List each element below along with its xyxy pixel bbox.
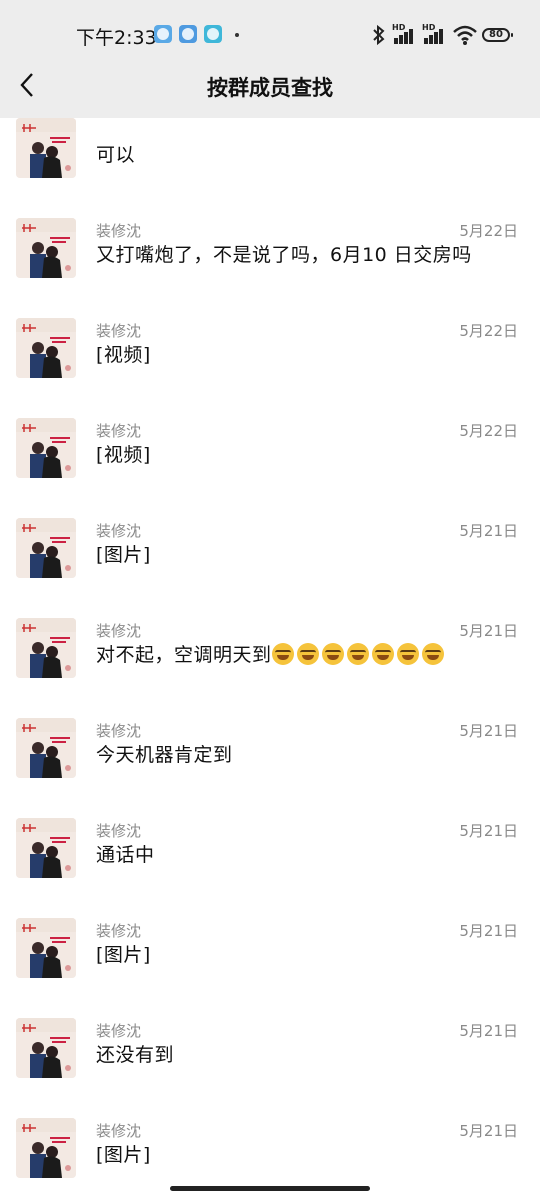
message-text-content: 还没有到 bbox=[96, 1044, 175, 1066]
avatar[interactable] bbox=[16, 718, 76, 778]
status-bar: 下午2:33 HD HD 80 bbox=[0, 0, 540, 70]
avatar[interactable] bbox=[16, 418, 76, 478]
list-item[interactable]: 装修沈 5月22日又打嘴炮了，不是说了吗，6月10 日交房吗 bbox=[0, 200, 540, 300]
message-text: [图片] bbox=[96, 940, 151, 967]
list-item[interactable]: 装修沈 5月22日 [视频] bbox=[0, 300, 540, 400]
message-text-content: [图片] bbox=[96, 544, 151, 566]
more-notifications-dot bbox=[235, 33, 239, 37]
list-item[interactable]: 装修沈 5月21日 [图片] bbox=[0, 1100, 540, 1200]
laughing-crying-emoji-icon bbox=[346, 643, 369, 665]
message-text-content: 今天机器肯定到 bbox=[96, 744, 233, 766]
list-item[interactable]: 装修沈 5月21日 [图片] bbox=[0, 500, 540, 600]
list-item[interactable]: 装修沈 5月21日通话中 bbox=[0, 800, 540, 900]
avatar[interactable] bbox=[16, 118, 76, 178]
notification-icon bbox=[204, 25, 222, 43]
avatar[interactable] bbox=[16, 1018, 76, 1078]
wifi-icon bbox=[453, 25, 477, 45]
avatar[interactable] bbox=[16, 918, 76, 978]
list-item[interactable]: 装修沈 5月21日对不起，空调明天到 bbox=[0, 600, 540, 700]
message-date: 5月21日 bbox=[459, 822, 518, 840]
avatar[interactable] bbox=[16, 618, 76, 678]
message-text: 对不起，空调明天到 bbox=[96, 640, 447, 667]
avatar[interactable] bbox=[16, 318, 76, 378]
avatar-image bbox=[16, 318, 76, 378]
avatar-image bbox=[16, 1118, 76, 1178]
sender-name: 装修沈 bbox=[96, 822, 142, 840]
sender-name: 装修沈 bbox=[96, 422, 142, 440]
laughing-crying-emoji-icon bbox=[396, 643, 419, 665]
message-date: 5月21日 bbox=[459, 1122, 518, 1140]
laughing-crying-emoji-icon bbox=[271, 643, 294, 665]
signal-icon: HD bbox=[420, 23, 444, 44]
avatar[interactable] bbox=[16, 218, 76, 278]
laughing-crying-emoji-icon bbox=[296, 643, 319, 665]
list-item[interactable]: 装修沈 5月21日今天机器肯定到 bbox=[0, 700, 540, 800]
avatar-image bbox=[16, 118, 76, 178]
sender-name: 装修沈 bbox=[96, 1022, 142, 1040]
avatar[interactable] bbox=[16, 1118, 76, 1178]
message-text: 又打嘴炮了，不是说了吗，6月10 日交房吗 bbox=[96, 240, 472, 267]
message-text: [视频] bbox=[96, 340, 151, 367]
message-date: 5月22日 bbox=[459, 422, 518, 440]
message-text: [视频] bbox=[96, 440, 151, 467]
sender-name: 装修沈 bbox=[96, 722, 142, 740]
message-text-content: 又打嘴炮了，不是说了吗，6月10 日交房吗 bbox=[96, 244, 472, 266]
laughing-crying-emoji-icon bbox=[421, 643, 444, 665]
sender-name: 装修沈 bbox=[96, 222, 142, 240]
avatar-image bbox=[16, 918, 76, 978]
message-text-content: 对不起，空调明天到 bbox=[96, 644, 272, 666]
message-text-content: 可以 bbox=[96, 144, 136, 166]
sender-name: 装修沈 bbox=[96, 1122, 142, 1140]
notification-icon bbox=[179, 25, 197, 43]
bluetooth-icon bbox=[373, 24, 385, 46]
battery-level: 80 bbox=[489, 29, 503, 40]
list-item[interactable]: 可以 bbox=[0, 100, 540, 200]
message-text-content: [图片] bbox=[96, 944, 151, 966]
sender-name: 装修沈 bbox=[96, 522, 142, 540]
avatar-image bbox=[16, 1018, 76, 1078]
avatar-image bbox=[16, 218, 76, 278]
message-date: 5月21日 bbox=[459, 622, 518, 640]
page-title: 按群成员查找 bbox=[207, 76, 333, 100]
laughing-crying-emoji-icon bbox=[371, 643, 394, 665]
message-date: 5月21日 bbox=[459, 722, 518, 740]
avatar[interactable] bbox=[16, 818, 76, 878]
message-text-content: [图片] bbox=[96, 1144, 151, 1166]
message-text: [图片] bbox=[96, 1140, 151, 1167]
message-text: 通话中 bbox=[96, 840, 155, 867]
sender-name: 装修沈 bbox=[96, 922, 142, 940]
list-item[interactable]: 装修沈 5月21日还没有到 bbox=[0, 1000, 540, 1100]
message-text: 可以 bbox=[96, 140, 135, 167]
status-time: 下午2:33 bbox=[76, 27, 157, 49]
battery-icon: 80 bbox=[482, 28, 513, 42]
home-indicator[interactable] bbox=[170, 1186, 370, 1191]
laughing-crying-emoji-icon bbox=[321, 643, 344, 665]
message-text-content: [视频] bbox=[96, 344, 151, 366]
avatar-image bbox=[16, 718, 76, 778]
avatar-image bbox=[16, 618, 76, 678]
list-item[interactable]: 装修沈 5月21日 [图片] bbox=[0, 900, 540, 1000]
sender-name: 装修沈 bbox=[96, 322, 142, 340]
notification-icon bbox=[154, 25, 172, 43]
avatar-image bbox=[16, 818, 76, 878]
message-date: 5月22日 bbox=[459, 222, 518, 240]
avatar-image bbox=[16, 418, 76, 478]
message-date: 5月21日 bbox=[459, 922, 518, 940]
message-text: 还没有到 bbox=[96, 1040, 174, 1067]
signal-icon: HD bbox=[390, 23, 414, 44]
avatar-image bbox=[16, 518, 76, 578]
message-date: 5月21日 bbox=[459, 522, 518, 540]
message-date: 5月21日 bbox=[459, 1022, 518, 1040]
list-item[interactable]: 装修沈 5月22日 [视频] bbox=[0, 400, 540, 500]
message-text: [图片] bbox=[96, 540, 151, 567]
message-text-content: 通话中 bbox=[96, 844, 155, 866]
avatar[interactable] bbox=[16, 518, 76, 578]
message-text-content: [视频] bbox=[96, 444, 151, 466]
message-text: 今天机器肯定到 bbox=[96, 740, 233, 767]
message-date: 5月22日 bbox=[459, 322, 518, 340]
sender-name: 装修沈 bbox=[96, 622, 142, 640]
